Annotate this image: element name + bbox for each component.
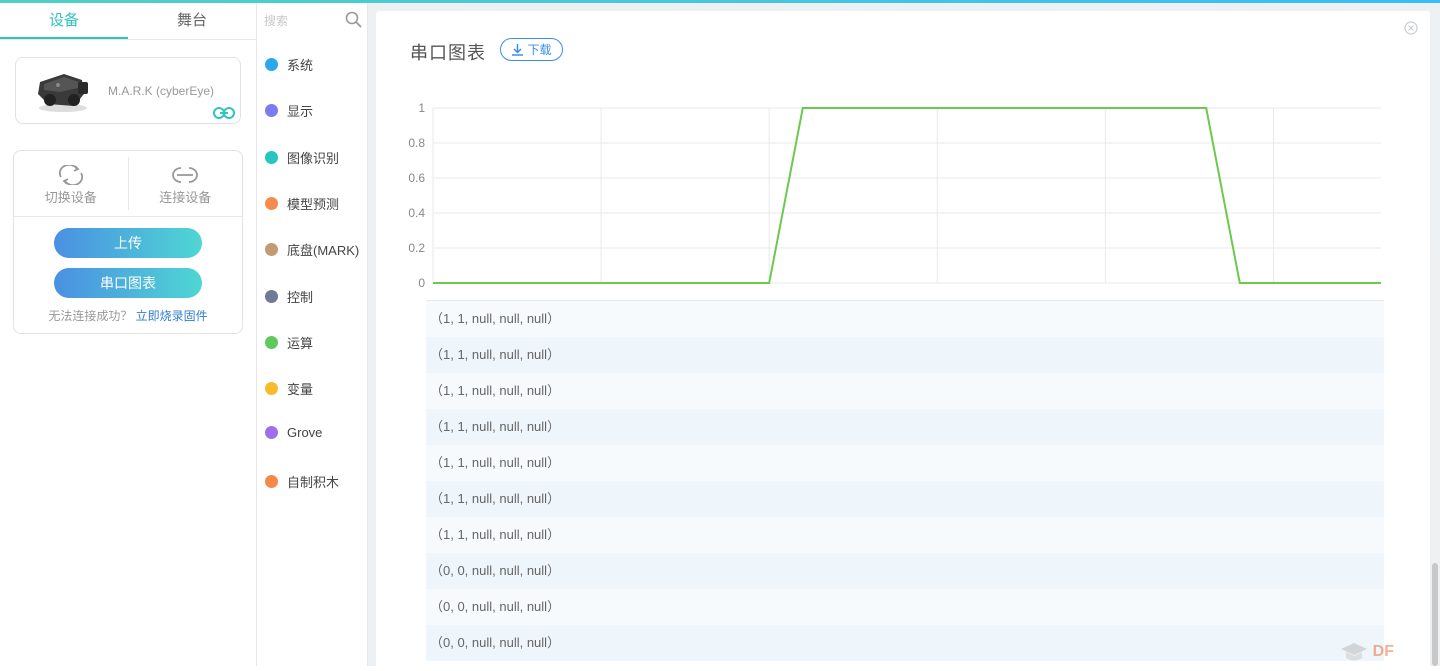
category-color-dot xyxy=(265,382,278,396)
category-label: 自制积木 xyxy=(287,474,340,490)
device-panel: 设备 舞台 M.A.R.K (cyberEye) 切换设备 连接设备 上传 串口… xyxy=(0,3,257,666)
category-item[interactable]: Grove xyxy=(265,425,322,440)
page-title: 串口图表 xyxy=(410,43,486,63)
category-item[interactable]: 变量 xyxy=(265,379,313,398)
search-input[interactable]: 搜索 xyxy=(264,12,288,29)
category-color-dot xyxy=(265,335,278,349)
category-item[interactable]: 模型预测 xyxy=(265,194,339,213)
scrollbar-thumb[interactable] xyxy=(1432,563,1438,666)
category-item[interactable]: 控制 xyxy=(265,287,313,306)
category-color-dot xyxy=(265,104,278,118)
category-item[interactable]: 底盘(MARK) xyxy=(265,240,359,259)
switch-icon xyxy=(58,165,83,185)
category-label: Grove xyxy=(287,425,323,441)
list-item: （0, 0, null, null, null） xyxy=(426,553,1384,589)
list-item: （1, 1, null, null, null） xyxy=(426,481,1384,517)
list-item: （0, 0, null, null, null） xyxy=(426,589,1384,625)
download-icon xyxy=(512,44,524,56)
list-item: （1, 1, null, null, null） xyxy=(426,373,1384,409)
y-tick-label: 0.2 xyxy=(408,241,425,255)
serial-line-chart: 0 0.2 0.4 0.6 0.8 1 xyxy=(408,101,1381,290)
category-item[interactable]: 显示 xyxy=(265,101,313,120)
category-color-dot xyxy=(265,58,278,71)
download-label: 下载 xyxy=(527,43,552,57)
y-tick-label: 0.8 xyxy=(408,136,425,150)
y-tick-label: 0 xyxy=(418,276,425,290)
list-item: （0, 0, null, null, null） xyxy=(426,625,1384,661)
watermark-logo: DF xyxy=(1339,641,1394,663)
robot-image xyxy=(38,74,88,112)
category-color-dot xyxy=(265,243,278,257)
connect-device-label: 连接设备 xyxy=(159,190,212,205)
device-name: M.A.R.K (cyberEye) xyxy=(108,84,215,98)
category-label: 变量 xyxy=(287,382,314,398)
search-icon[interactable] xyxy=(345,11,362,28)
category-item[interactable]: 运算 xyxy=(265,333,313,352)
category-label: 模型预测 xyxy=(287,196,340,212)
category-color-dot xyxy=(265,196,278,210)
connect-hint-text: 无法连接成功？ xyxy=(48,309,133,323)
category-item[interactable]: 图像识别 xyxy=(265,148,339,167)
category-label: 控制 xyxy=(287,289,314,305)
graduation-cap-icon xyxy=(1340,643,1367,661)
link-icon[interactable] xyxy=(213,106,235,120)
download-button[interactable]: 下载 xyxy=(500,38,563,61)
category-label: 运算 xyxy=(287,335,314,351)
device-card[interactable]: M.A.R.K (cyberEye) xyxy=(15,57,241,124)
list-item: （1, 1, null, null, null） xyxy=(426,517,1384,553)
switch-device-button[interactable]: 切换设备 xyxy=(14,151,128,216)
list-item: （1, 1, null, null, null） xyxy=(426,337,1384,373)
tab-device[interactable]: 设备 xyxy=(0,3,128,39)
y-tick-label: 1 xyxy=(418,101,425,115)
category-color-dot xyxy=(265,289,278,303)
flash-firmware-link[interactable]: 立即烧录固件 xyxy=(136,309,208,323)
category-label: 底盘(MARK) xyxy=(287,243,360,259)
upload-button[interactable]: 上传 xyxy=(54,228,202,258)
tab-stage[interactable]: 舞台 xyxy=(128,3,256,39)
serial-chart-button[interactable]: 串口图表 xyxy=(54,268,202,298)
watermark-text: DF xyxy=(1372,643,1394,660)
main-area: 串口图表 下载 0 0.2 0.4 0.6 0.8 1 （1, 1, null, null… xyxy=(368,3,1440,671)
block-categories: 搜索 系统显示图像识别模型预测底盘(MARK) 控制运算变量 Grove 自制积木 xyxy=(257,3,368,666)
connect-icon xyxy=(172,167,199,183)
list-item: （1, 1, null, null, null） xyxy=(426,409,1384,445)
category-search[interactable]: 搜索 xyxy=(257,3,367,37)
category-label: 显示 xyxy=(287,104,314,120)
device-tabs: 设备 舞台 xyxy=(0,3,256,40)
series-line xyxy=(433,107,1381,284)
switch-device-label: 切换设备 xyxy=(44,190,97,205)
device-controls: 切换设备 连接设备 上传 串口图表 无法连接成功？ 立即烧录固件 xyxy=(13,150,243,334)
connect-device-button[interactable]: 连接设备 xyxy=(127,157,243,210)
y-tick-label: 0.4 xyxy=(408,206,425,220)
category-item[interactable]: 自制积木 xyxy=(265,472,339,491)
category-label: 图像识别 xyxy=(287,150,340,166)
category-color-dot xyxy=(265,474,278,488)
y-tick-label: 0.6 xyxy=(408,171,425,185)
list-item: （1, 1, null, null, null） xyxy=(426,445,1384,481)
serial-chart-panel: 串口图表 下载 0 0.2 0.4 0.6 0.8 1 （1, 1, null, null… xyxy=(376,11,1430,671)
category-color-dot xyxy=(265,426,278,440)
close-icon[interactable] xyxy=(1404,21,1418,35)
category-label: 系统 xyxy=(287,58,314,73)
category-color-dot xyxy=(265,150,278,164)
connect-hint: 无法连接成功？ 立即烧录固件 xyxy=(14,307,242,324)
list-item: （1, 1, null, null, null） xyxy=(426,301,1384,337)
category-item[interactable]: 系统 xyxy=(265,55,313,74)
serial-data-list: （1, 1, null, null, null） （1, 1, null, nul… xyxy=(426,300,1384,661)
